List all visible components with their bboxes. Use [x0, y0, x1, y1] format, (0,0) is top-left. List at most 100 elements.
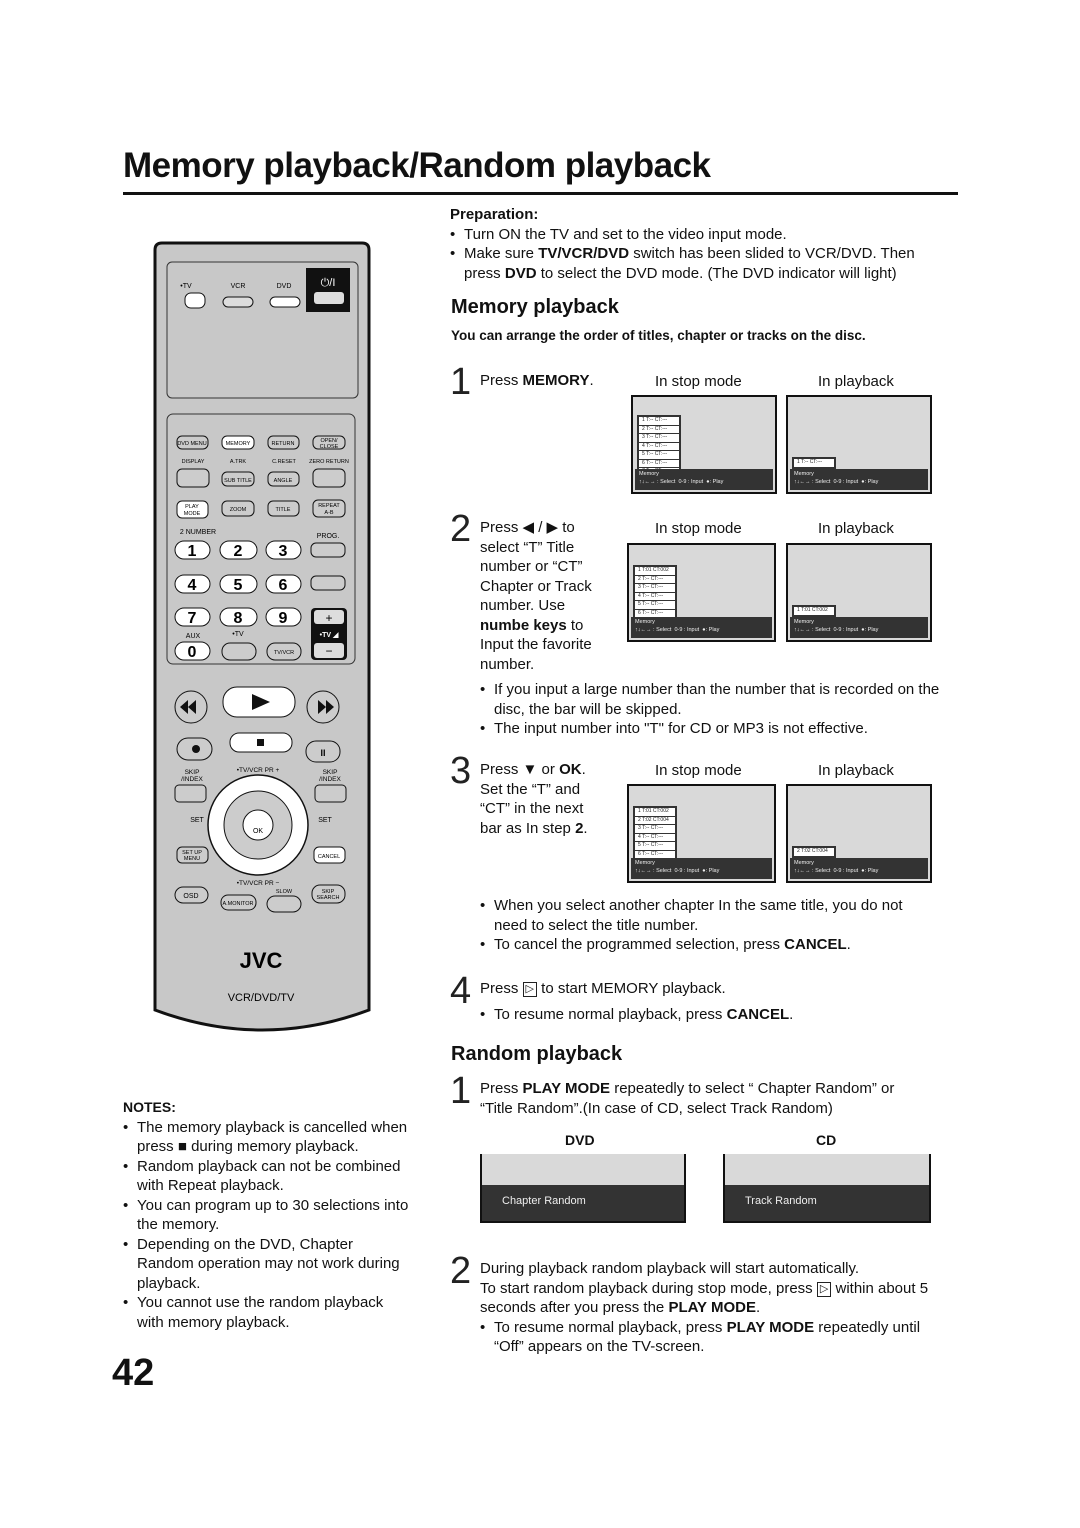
step-number: 2 — [450, 508, 472, 550]
screen-mode-label: Memory — [635, 619, 655, 625]
vcr-label: VCR — [231, 283, 246, 290]
text: Press — [480, 761, 523, 778]
note: Depending on the DVD, Chapter Random ope… — [123, 1235, 413, 1294]
step-number: 3 — [450, 750, 472, 792]
screen-status-bar: Track Random — [725, 1185, 929, 1221]
key-2: 2 — [234, 543, 243, 560]
text: to start MEMORY playback. — [536, 980, 726, 997]
text: During playback random playback will sta… — [480, 1260, 860, 1277]
number-label: 2 NUMBER — [180, 529, 216, 536]
select-hint: ↑↓←→ : Select — [794, 868, 831, 874]
key-0: 0 — [188, 644, 197, 661]
select-hint: ↑↓←→ : Select — [794, 627, 831, 633]
play-hint: : Play — [864, 627, 879, 633]
text: to select the DVD mode. (The DVD indicat… — [536, 264, 897, 282]
text: . — [789, 1006, 794, 1023]
dvd-label: DVD — [565, 1132, 595, 1148]
memory-list-row: 1 T:01 CT:002 — [794, 607, 834, 615]
skip-label: SKIP — [323, 769, 338, 776]
memory-heading: Memory playback — [451, 296, 619, 318]
memory-list-row: 6 T:-- CT:--- — [635, 850, 675, 858]
skip-label: SKIP — [185, 769, 200, 776]
text: . — [846, 936, 851, 953]
text: or — [537, 761, 560, 778]
zero-return-button — [312, 468, 346, 488]
creset-label: C.RESET — [272, 459, 296, 465]
screen-status-bar: Chapter Random — [482, 1185, 684, 1221]
memory-list-row: 5 T:-- CT:--- — [639, 451, 679, 459]
memory-list-row: 3 T:-- CT:--- — [635, 584, 675, 592]
memory-screen: 1 T:-- CT:--- Memory ↑↓←→ : Select 0-9 : I… — [786, 395, 932, 494]
select-hint: ↑↓←→ : Select — [635, 627, 672, 633]
stop-icon: ■ — [177, 1138, 187, 1155]
screen-status-bar: Memory ↑↓←→ : Select 0-9 : Input ●: Play — [790, 469, 928, 490]
prog-label: PROG. — [317, 533, 340, 540]
play-mode-button: MODE — [184, 511, 201, 517]
skip-search-button: SEARCH — [317, 895, 340, 901]
text: PLAY MODE — [668, 1299, 756, 1316]
dvd-label: DVD — [277, 283, 292, 290]
input-button — [221, 642, 257, 661]
skip-back-button — [174, 784, 207, 803]
memory-list-row: 4 T:-- CT:--- — [639, 442, 679, 450]
dvd-indicator — [269, 296, 301, 308]
key-4: 4 — [188, 577, 197, 594]
input-hint: 0-9 : Input — [833, 627, 859, 633]
step-number: 1 — [450, 1070, 472, 1112]
key-5: 5 — [234, 577, 243, 594]
memory-screen: 1 T:01 CT:002 2 T:-- CT:--- 3 T:-- CT:--- 4… — [627, 543, 776, 642]
angle-button: ANGLE — [274, 478, 293, 484]
dvd-menu-button: DVD MENU — [177, 441, 206, 447]
step-number: 1 — [450, 361, 472, 403]
memory-list-row: 2 T:02 CT:004 — [794, 848, 834, 856]
col-play-label: In playback — [818, 520, 894, 537]
zoom-button: ZOOM — [230, 507, 247, 513]
model-label: VCR/DVD/TV — [228, 992, 295, 1004]
text: during memory playback. — [186, 1138, 359, 1155]
memory-list-row: 1 T:-- CT:--- — [794, 459, 834, 467]
svg-text:II: II — [320, 748, 325, 758]
a-monitor-button: A.MONITOR — [222, 901, 253, 907]
text: OK — [559, 761, 582, 778]
input-hint: 0-9 : Input — [674, 627, 700, 633]
memory-button: MEMORY — [226, 441, 251, 447]
display-label: DISPLAY — [182, 459, 205, 465]
slow-label: SLOW — [276, 889, 293, 895]
input-hint: 0-9 : Input — [833, 479, 859, 485]
left-right-arrow-icon: ◀ / ▶ — [522, 519, 559, 536]
bullet: When you select another chapter In the s… — [480, 896, 930, 935]
down-arrow-icon: ▼ — [522, 761, 538, 778]
random-step2-text: During playback random playback will sta… — [480, 1259, 930, 1357]
select-hint: ↑↓←→ : Select — [794, 479, 831, 485]
setup-menu-button: MENU — [184, 856, 200, 862]
title-rule — [123, 192, 958, 195]
screen-mode-label: Memory — [635, 860, 655, 866]
text: Press — [480, 1080, 523, 1097]
index-label: /INDEX — [319, 776, 341, 783]
zero-return-label: ZERO RETURN — [309, 459, 349, 465]
power-button — [306, 268, 350, 312]
key-3: 3 — [279, 543, 288, 560]
notes-heading: NOTES: — [123, 1099, 176, 1115]
memory-list: 1 T:-- CT:--- — [792, 457, 836, 470]
memory-list-row: 2 T:-- CT:--- — [639, 425, 679, 433]
ok-label: OK — [253, 828, 263, 835]
input-hint: 0-9 : Input — [678, 479, 704, 485]
bullet: To resume normal playback, press PLAY MO… — [480, 1318, 930, 1357]
pr-down-label: •TV/VCR PR − — [237, 880, 280, 887]
page-title: Memory playback/Random playback — [123, 146, 711, 185]
tv-label: •TV — [180, 283, 192, 290]
index-label: /INDEX — [181, 776, 203, 783]
screen-status-bar: Memory ↑↓←→ : Select 0-9 : Input ●: Play — [631, 617, 772, 638]
text: . — [755, 1299, 761, 1316]
remote-control-illustration: •TV VCR DVD ⏻/I DVD MENU MEMORY RETURN O… — [153, 241, 371, 1032]
open-close-button: CLOSE — [320, 444, 339, 450]
preparation-section: Preparation: Turn ON the TV and set to t… — [450, 205, 940, 283]
text: CANCEL — [784, 936, 847, 953]
memory-list-row: 6 T:-- CT:--- — [635, 609, 675, 617]
slow-button — [266, 895, 302, 913]
memory-list-row: 1 T:01 CT:002 — [635, 567, 675, 575]
text: MEMORY — [522, 372, 590, 389]
jvc-logo: JVC — [240, 948, 283, 973]
memory-screen: 2 T:02 CT:004 Memory ↑↓←→ : Select 0-9 : I… — [786, 784, 932, 883]
